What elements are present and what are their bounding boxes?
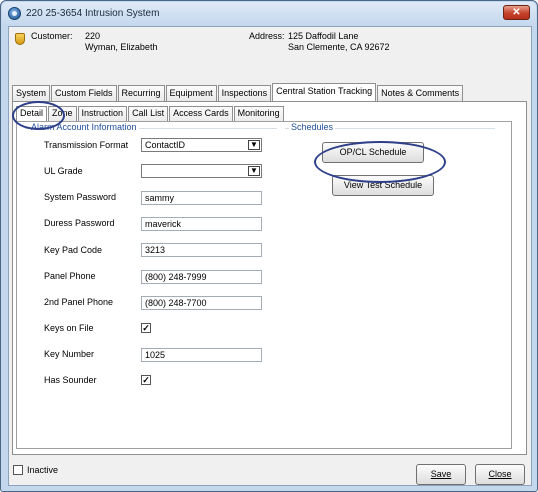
transmission-format-label: Transmission Format xyxy=(44,140,129,150)
address-line2: San Clemente, CA 92672 xyxy=(288,42,390,52)
system-password-label: System Password xyxy=(44,192,117,202)
second-panel-phone-label: 2nd Panel Phone xyxy=(44,297,114,307)
tab-recurring[interactable]: Recurring xyxy=(117,85,165,101)
client-area: Customer: 220 Wyman, Elizabeth Address: … xyxy=(8,26,532,486)
subtab-detail[interactable]: Detail xyxy=(16,106,48,121)
panel-phone-label: Panel Phone xyxy=(44,271,96,281)
keys-on-file-label: Keys on File xyxy=(44,323,94,333)
ul-grade-label: UL Grade xyxy=(44,166,83,176)
customer-label: Customer: xyxy=(31,31,73,41)
ul-grade-select[interactable]: ▼ xyxy=(141,164,262,178)
key-pad-code-label: Key Pad Code xyxy=(44,245,103,255)
view-test-schedule-button[interactable]: View Test Schedule xyxy=(332,175,434,196)
detail-panel: Alarm Account Information Transmission F… xyxy=(16,121,512,449)
tab-custom-fields[interactable]: Custom Fields xyxy=(51,85,117,101)
chevron-down-icon[interactable]: ▼ xyxy=(248,166,260,176)
save-button[interactable]: Save xyxy=(416,464,466,485)
key-number-label: Key Number xyxy=(44,349,95,359)
customer-name: Wyman, Elizabeth xyxy=(85,42,158,52)
transmission-format-select[interactable]: ContactID ▼ xyxy=(141,138,262,152)
opcl-schedule-button[interactable]: OP/CL Schedule xyxy=(322,142,424,163)
second-panel-phone-input[interactable]: (800) 248-7700 xyxy=(141,296,262,310)
has-sounder-checkbox[interactable]: ✓ xyxy=(141,375,151,385)
subtab-instruction[interactable]: Instruction xyxy=(77,106,128,121)
transmission-format-value: ContactID xyxy=(145,140,186,150)
system-password-input[interactable]: sammy xyxy=(141,191,262,205)
key-pad-code-input[interactable]: 3213 xyxy=(141,243,262,257)
subtab-zone[interactable]: Zone xyxy=(48,106,77,121)
shield-icon xyxy=(15,33,25,45)
window-title: 220 25-3654 Intrusion System xyxy=(26,8,160,19)
address-line1: 125 Daffodil Lane xyxy=(288,31,359,41)
customer-id: 220 xyxy=(85,31,101,41)
sub-tab-strip: Detail Zone Instruction Call List Access… xyxy=(16,106,285,121)
close-button[interactable]: Close xyxy=(475,464,525,485)
tab-system[interactable]: System xyxy=(12,85,51,101)
keys-on-file-checkbox[interactable]: ✓ xyxy=(141,323,151,333)
tab-notes-comments[interactable]: Notes & Comments xyxy=(377,85,464,101)
inactive-checkbox[interactable] xyxy=(13,465,23,475)
duress-password-input[interactable]: maverick xyxy=(141,217,262,231)
subtab-call-list[interactable]: Call List xyxy=(128,106,169,121)
application-window: 220 25-3654 Intrusion System ✕ Customer:… xyxy=(0,0,538,492)
tab-central-station-tracking[interactable]: Central Station Tracking xyxy=(272,83,377,101)
key-number-input[interactable]: 1025 xyxy=(141,348,262,362)
inactive-label: Inactive xyxy=(27,465,59,475)
alarm-account-group-title: Alarm Account Information xyxy=(29,122,139,132)
window-close-button[interactable]: ✕ xyxy=(503,5,530,20)
panel-phone-input[interactable]: (800) 248-7999 xyxy=(141,270,262,284)
save-button-label: Save xyxy=(430,469,452,479)
duress-password-label: Duress Password xyxy=(44,218,115,228)
main-tab-strip: System Custom Fields Recurring Equipment… xyxy=(12,83,464,101)
central-station-tracking-panel: Detail Zone Instruction Call List Access… xyxy=(12,101,527,455)
chevron-down-icon[interactable]: ▼ xyxy=(248,140,260,150)
title-bar: 220 25-3654 Intrusion System ✕ xyxy=(2,2,536,26)
has-sounder-label: Has Sounder xyxy=(44,375,97,385)
tab-inspections[interactable]: Inspections xyxy=(217,85,272,101)
subtab-monitoring[interactable]: Monitoring xyxy=(233,106,284,121)
address-label: Address: xyxy=(249,31,285,41)
close-button-label: Close xyxy=(488,469,512,479)
app-logo-icon xyxy=(8,7,21,20)
subtab-access-cards[interactable]: Access Cards xyxy=(169,106,233,121)
schedules-group-title: Schedules xyxy=(289,122,336,132)
tab-equipment[interactable]: Equipment xyxy=(165,85,217,101)
